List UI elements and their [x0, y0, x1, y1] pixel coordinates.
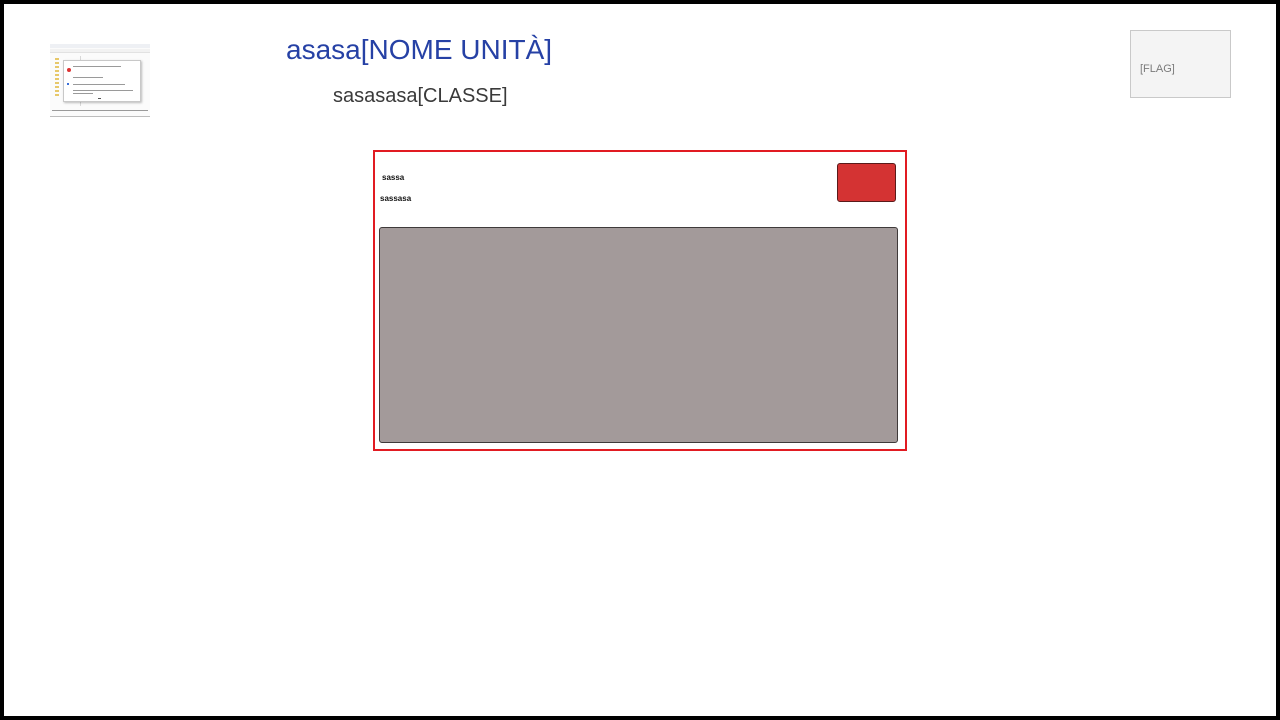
thumbnail-error-dialog: [63, 60, 141, 102]
thumbnail-statusbar: [52, 110, 148, 111]
flag-placeholder-label: [FLAG]: [1140, 63, 1175, 75]
red-action-button[interactable]: [837, 163, 896, 202]
flag-placeholder: [FLAG]: [1130, 30, 1231, 98]
thumbnail-titlebar: [50, 44, 150, 48]
screenshot-thumbnail-icon: [50, 44, 150, 117]
main-panel: sassa sassasa: [373, 150, 907, 451]
thumbnail-toolbar: [50, 49, 150, 53]
class-subtitle: sasasasa[CLASSE]: [333, 85, 508, 107]
panel-text-line-2: sassasa: [380, 194, 412, 203]
panel-text-line-1: sassa: [382, 173, 405, 182]
unit-name-title: asasa[NOME UNITÀ]: [286, 34, 553, 65]
slide-canvas: asasa[NOME UNITÀ] sasasasa[CLASSE] [FLAG…: [4, 4, 1276, 716]
content-area: [379, 227, 898, 443]
error-icon: [67, 68, 71, 72]
